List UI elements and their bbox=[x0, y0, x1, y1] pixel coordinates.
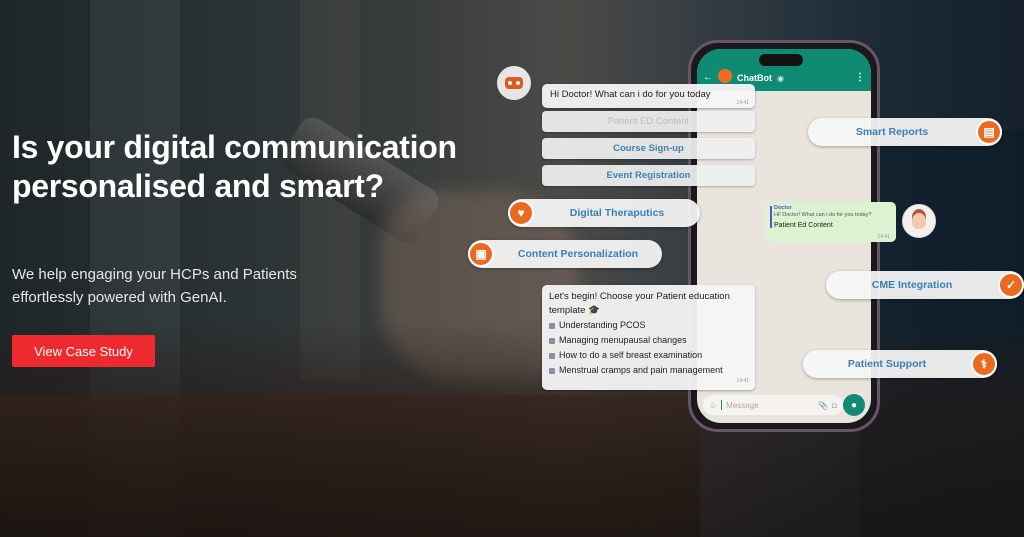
greeting-text: Hi Doctor! What can i do for you today bbox=[550, 89, 711, 100]
microphone-icon: ● bbox=[850, 399, 858, 411]
bullet-icon bbox=[549, 322, 555, 329]
chatbot-avatar bbox=[718, 69, 732, 83]
timestamp: 14:41 bbox=[736, 378, 749, 384]
feature-smart-reports: Smart Reports ▤ bbox=[808, 118, 1002, 146]
list-item[interactable]: Understanding PCOS bbox=[549, 318, 748, 333]
doctor-reply-bubble: Doctor Hi! Doctor! What can i do for you… bbox=[766, 202, 896, 242]
option-patient-ed-content[interactable]: Patient ED Content bbox=[542, 111, 755, 132]
timestamp: 14:41 bbox=[736, 100, 749, 106]
attach-icon[interactable]: 📎 bbox=[818, 401, 828, 410]
feature-label: Content Personalization bbox=[517, 248, 639, 260]
image-icon: ▣ bbox=[468, 241, 494, 267]
reply-sender: Doctor bbox=[774, 205, 792, 211]
heart-pulse-icon: ♥ bbox=[508, 200, 534, 226]
hero-title: Is your digital communication personalis… bbox=[12, 129, 457, 204]
mic-button[interactable]: ● bbox=[843, 394, 865, 416]
bullet-icon bbox=[549, 337, 555, 344]
template-list-bubble: Let's begin! Choose your Patient educati… bbox=[542, 285, 755, 390]
back-arrow-icon[interactable]: ← bbox=[703, 72, 713, 83]
doctor-avatar bbox=[902, 204, 936, 238]
bullet-icon bbox=[549, 352, 555, 359]
verified-icon: ◉ bbox=[777, 74, 784, 83]
camera-icon[interactable]: ◘ bbox=[832, 401, 837, 410]
list-item[interactable]: Menstrual cramps and pain management bbox=[549, 363, 748, 378]
emoji-icon[interactable]: ☺ bbox=[709, 401, 717, 410]
feature-digital-theraputics: ♥ Digital Theraputics bbox=[508, 199, 700, 227]
view-case-study-button[interactable]: View Case Study bbox=[12, 335, 155, 367]
robot-icon bbox=[505, 77, 523, 89]
quote-bar bbox=[770, 206, 772, 228]
feature-cme-integration: CME Integration ✓ bbox=[826, 271, 1024, 299]
option-course-sign-up[interactable]: Course Sign-up bbox=[542, 138, 755, 159]
reply-text: Patient Ed Content bbox=[774, 222, 833, 229]
template-intro: Let's begin! Choose your Patient educati… bbox=[549, 291, 730, 316]
chat-title: ChatBot bbox=[737, 73, 772, 83]
calendar-check-icon: ✓ bbox=[998, 272, 1024, 298]
hero-subtitle: We help engaging your HCPs and Patients … bbox=[12, 266, 297, 306]
message-placeholder: Message bbox=[726, 400, 759, 410]
list-item[interactable]: How to do a self breast examination bbox=[549, 348, 748, 363]
quoted-message: Hi! Doctor! What can i do for you today? bbox=[774, 212, 872, 218]
message-input[interactable]: ☺ Message 📎 ◘ bbox=[703, 395, 843, 415]
bot-greeting-bubble: Hi Doctor! What can i do for you today 1… bbox=[542, 84, 755, 108]
feature-patient-support: Patient Support ⚕ bbox=[803, 350, 997, 378]
more-menu-icon[interactable]: ⋮ bbox=[855, 72, 865, 83]
bullet-icon bbox=[549, 367, 555, 374]
option-event-registration[interactable]: Event Registration bbox=[542, 165, 755, 186]
timestamp: 14:41 bbox=[877, 234, 890, 240]
feature-content-personalization: ▣ Content Personalization bbox=[468, 240, 662, 268]
feature-label: Digital Theraputics bbox=[569, 207, 665, 219]
feature-label: CME Integration bbox=[871, 279, 953, 291]
bot-avatar bbox=[497, 66, 531, 100]
feature-label: Smart Reports bbox=[855, 126, 929, 138]
stethoscope-icon: ⚕ bbox=[971, 351, 997, 377]
feature-label: Patient Support bbox=[847, 358, 927, 370]
list-item[interactable]: Managing menupausal changes bbox=[549, 333, 748, 348]
report-icon: ▤ bbox=[976, 119, 1002, 145]
phone-notch bbox=[759, 54, 803, 66]
text-caret bbox=[721, 400, 723, 410]
doctor-face-icon bbox=[912, 213, 926, 229]
